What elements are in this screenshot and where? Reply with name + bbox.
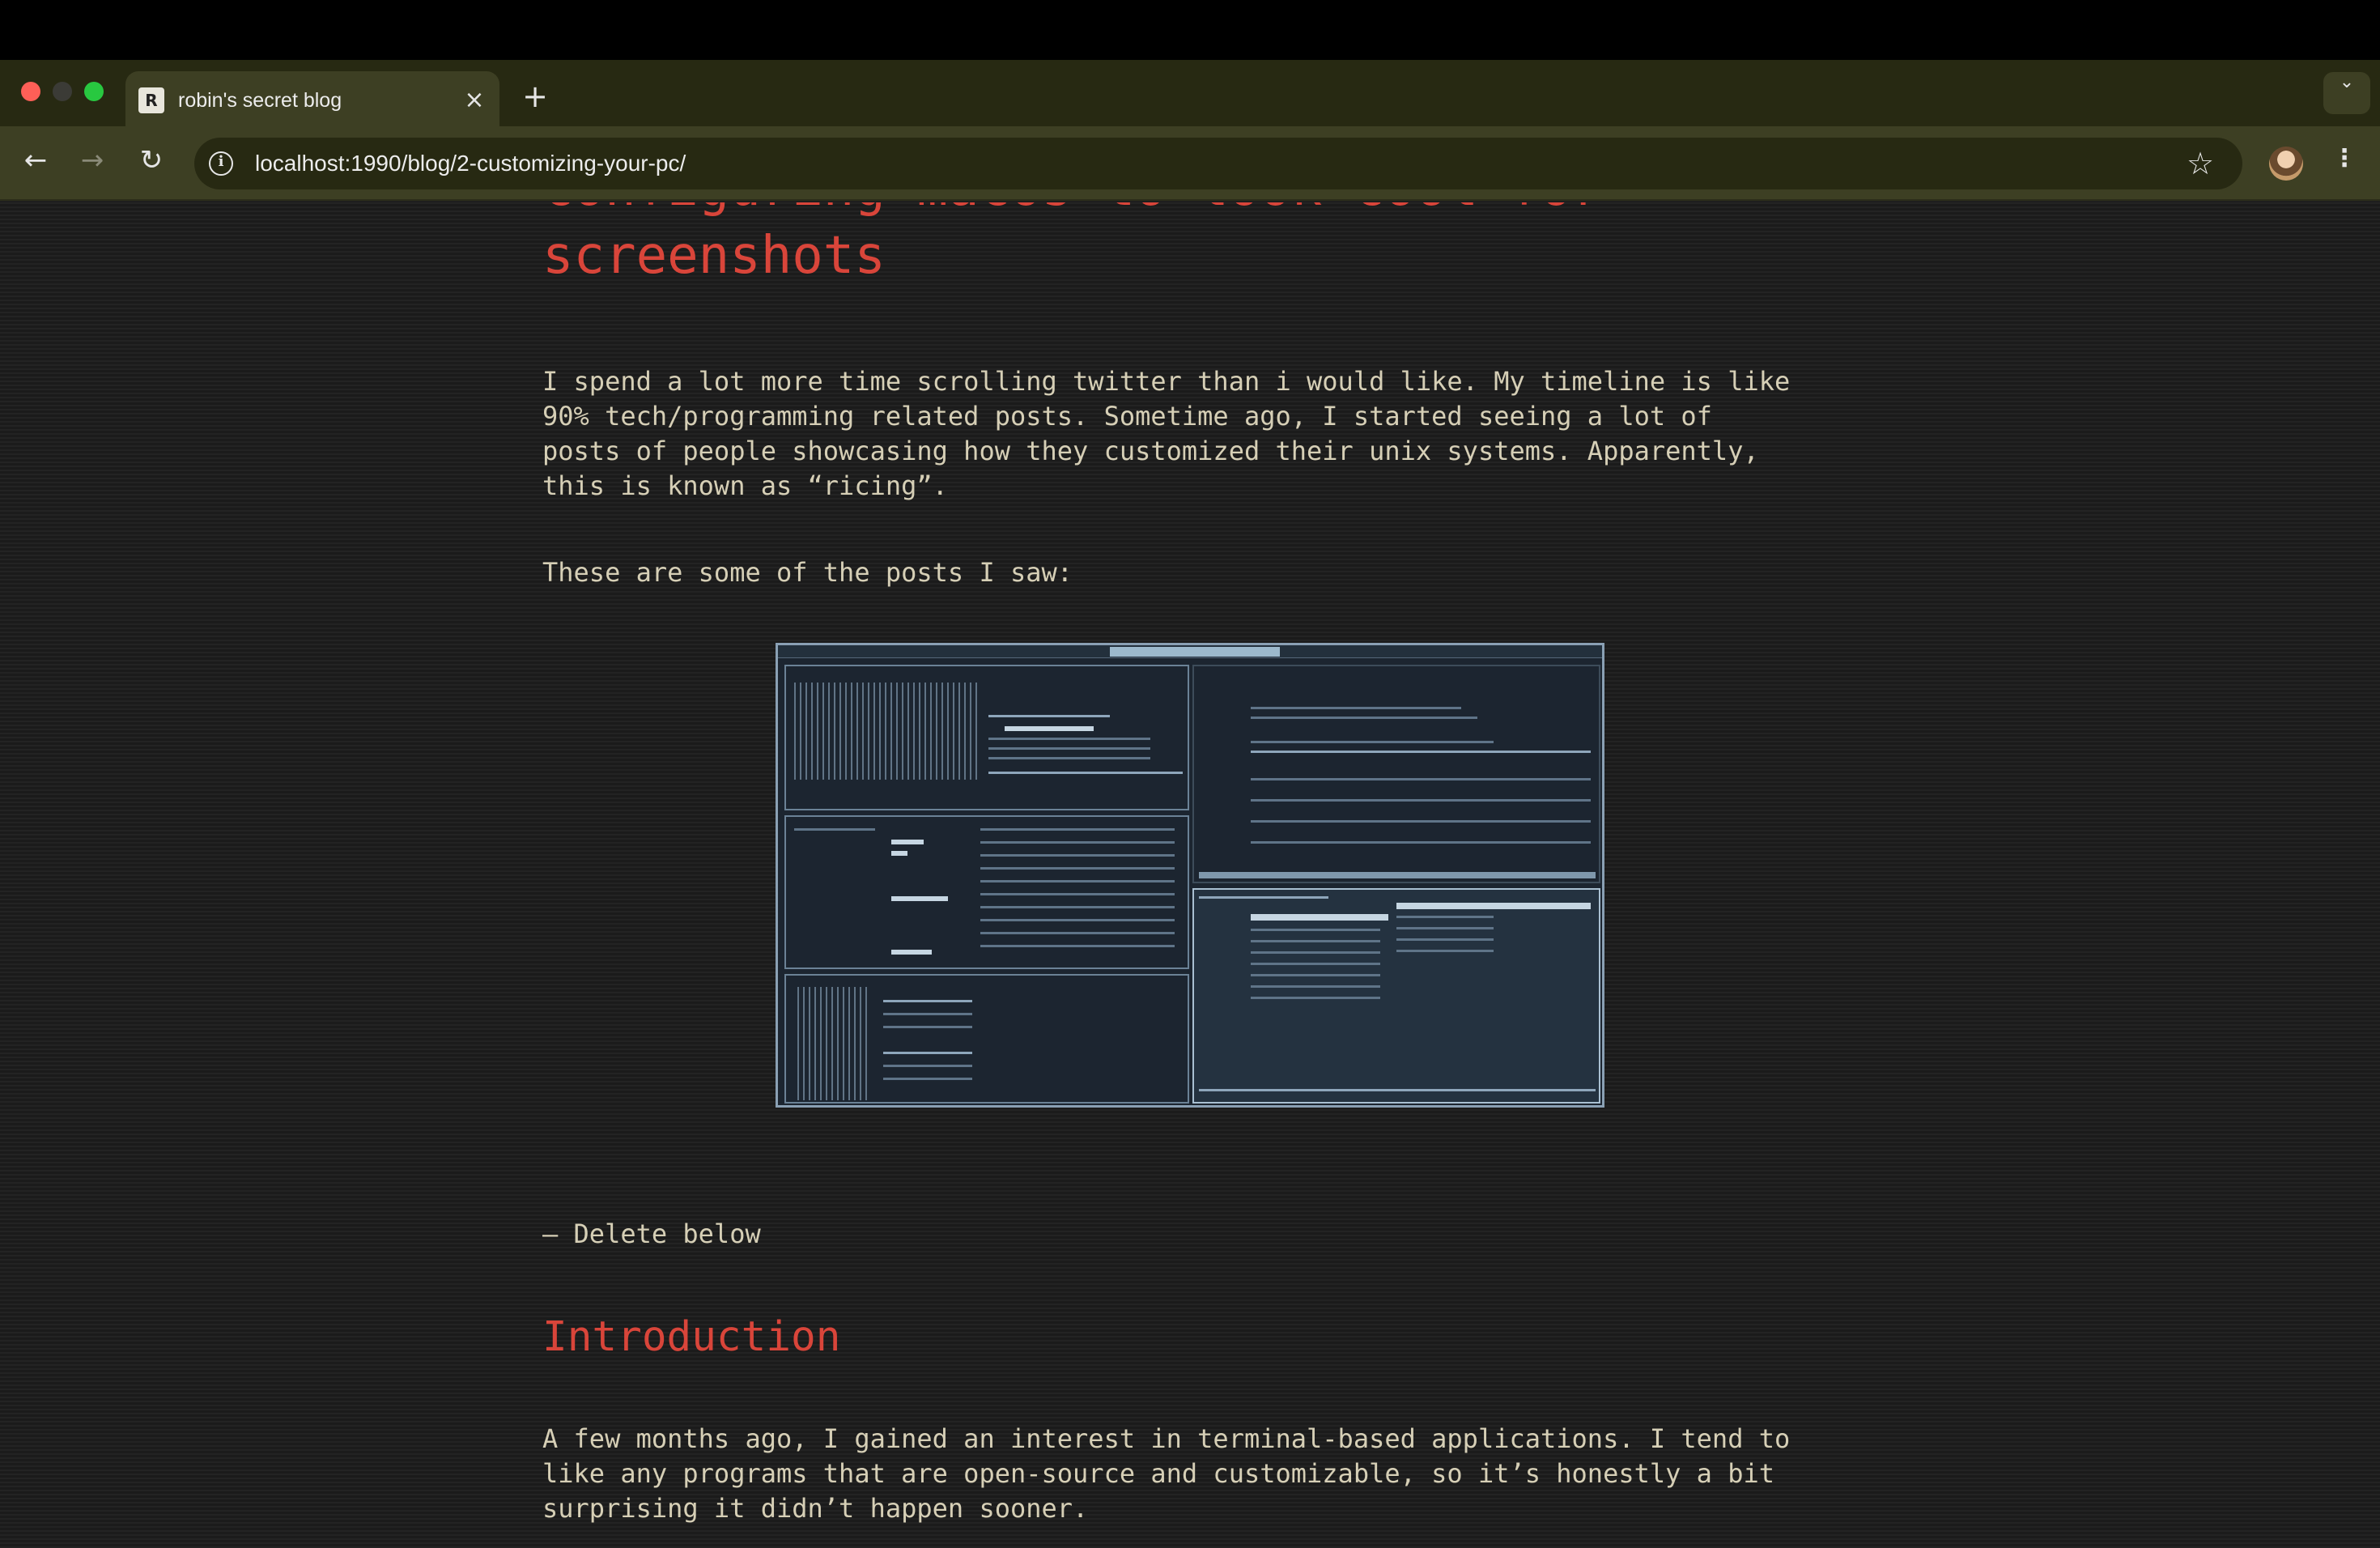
screenshot-cpu-pane xyxy=(784,665,1189,810)
post-title: configuring macos to look cool for scree… xyxy=(542,202,1603,286)
kebab-menu-icon[interactable]: ⋮ xyxy=(2328,144,2361,183)
site-info-icon[interactable]: i xyxy=(209,151,233,176)
tab-active[interactable]: R robin's secret blog × xyxy=(125,71,499,126)
screenshot-memory-pane xyxy=(784,815,1189,969)
url-text[interactable]: localhost:1990/blog/2-customizing-your-p… xyxy=(255,149,686,178)
new-tab-icon[interactable]: + xyxy=(518,79,552,114)
page-content: configuring macos to look cool for scree… xyxy=(0,202,2380,1548)
minimize-window-button[interactable] xyxy=(53,82,72,101)
back-arrow-icon[interactable]: ← xyxy=(16,144,55,183)
screenshot-file-manager-pane xyxy=(1192,888,1600,1104)
screenshot-network-pane xyxy=(784,974,1189,1104)
close-window-button[interactable] xyxy=(21,82,40,101)
paragraph-posts-intro: These are some of the posts I saw: xyxy=(542,557,1073,588)
screenshot-editor-pane xyxy=(1192,665,1600,883)
address-bar[interactable]: i localhost:1990/blog/2-customizing-your… xyxy=(194,138,2242,189)
favicon-icon: R xyxy=(138,87,164,113)
section-heading-introduction: Introduction xyxy=(542,1313,841,1361)
tab-strip: R robin's secret blog × + ⌄ xyxy=(0,60,2380,126)
maximize-window-button[interactable] xyxy=(84,82,104,101)
tab-search-chevron-icon[interactable]: ⌄ xyxy=(2323,72,2370,114)
forward-arrow-icon[interactable]: → xyxy=(73,144,112,183)
reload-icon[interactable]: ↻ xyxy=(132,144,171,183)
tab-close-icon[interactable]: × xyxy=(461,86,488,114)
bookmark-star-icon[interactable]: ☆ xyxy=(2182,146,2218,181)
paragraph-introduction: A few months ago, I gained an interest i… xyxy=(542,1423,1806,1524)
profile-avatar[interactable] xyxy=(2269,147,2303,181)
paragraph-ricing: I spend a lot more time scrolling twitte… xyxy=(542,366,1806,501)
screenshot-status-bar xyxy=(778,645,1602,658)
browser-toolbar: ← → ↻ i localhost:1990/blog/2-customizin… xyxy=(0,126,2380,201)
delete-below-marker: — Delete below xyxy=(542,1218,761,1249)
ricing-screenshot-image xyxy=(776,643,1604,1108)
os-top-bar xyxy=(0,0,2380,60)
tab-title: robin's secret blog xyxy=(178,89,342,112)
